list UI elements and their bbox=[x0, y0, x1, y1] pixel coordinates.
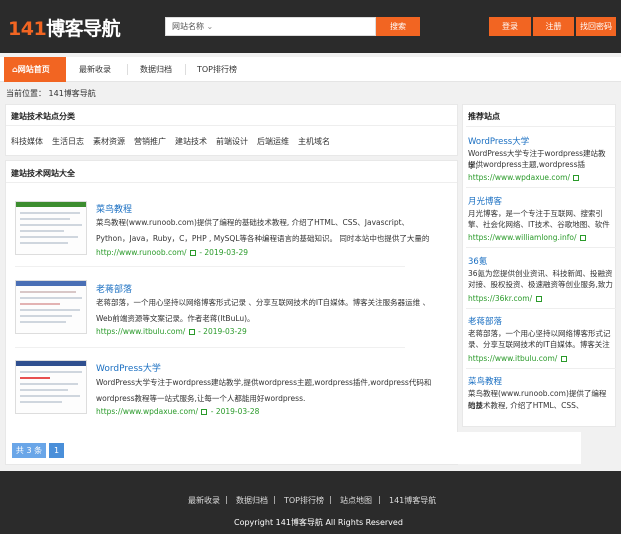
site-thumbnail[interactable] bbox=[15, 201, 87, 255]
logo-number: 141 bbox=[8, 18, 47, 40]
pager-total: 共 3 条 bbox=[12, 443, 46, 458]
footer-link[interactable]: 141博客导航 bbox=[389, 495, 436, 506]
recommend-title-link[interactable]: 菜鸟教程 bbox=[468, 375, 502, 387]
site-url[interactable]: https://www.itbulu.com/ - 2019-03-29 bbox=[96, 327, 247, 336]
recommend-title-link[interactable]: 月光博客 bbox=[468, 195, 502, 207]
site-url-text: http://www.runoob.com/ bbox=[96, 248, 187, 257]
category-link[interactable]: 前端设计 bbox=[216, 136, 248, 147]
external-link-icon bbox=[535, 296, 542, 302]
category-link[interactable]: 后端运维 bbox=[257, 136, 289, 147]
external-link-icon bbox=[579, 235, 586, 241]
register-button[interactable]: 注册 bbox=[533, 17, 574, 36]
external-link-icon bbox=[560, 356, 567, 362]
site-title-link[interactable]: 老蒋部落 bbox=[96, 282, 132, 295]
pager-area bbox=[6, 432, 581, 464]
site-date: - 2019-03-29 bbox=[198, 327, 247, 336]
footer-link[interactable]: 最新收录 bbox=[188, 495, 220, 506]
footer-separator: | bbox=[225, 495, 228, 504]
site-date: - 2019-03-28 bbox=[210, 407, 260, 416]
recover-password-button[interactable]: 找回密码 bbox=[576, 17, 616, 36]
breadcrumb: 当前位置： 141博客导航 bbox=[6, 89, 96, 98]
divider bbox=[466, 308, 616, 309]
recommend-description: 提供wordpress主题,wordpress插 bbox=[468, 160, 585, 169]
recommend-url-text: https://36kr.com/ bbox=[468, 294, 533, 303]
footer-link[interactable]: 站点地图 bbox=[340, 495, 372, 506]
divider bbox=[466, 368, 616, 369]
footer-separator: | bbox=[273, 495, 276, 504]
site-url-text: https://www.itbulu.com/ bbox=[96, 327, 186, 336]
divider bbox=[6, 182, 457, 183]
recommend-title-link[interactable]: 36氪 bbox=[468, 255, 487, 267]
chevron-down-icon: ⌄ bbox=[206, 22, 214, 31]
external-link-icon bbox=[189, 250, 196, 256]
category-link[interactable]: 素材资源 bbox=[93, 136, 125, 147]
site-url-text: https://www.wpdaxue.com/ bbox=[96, 407, 198, 416]
nav-item-home[interactable]: ⌂网站首页 bbox=[4, 57, 66, 82]
footer-separator: | bbox=[329, 495, 332, 504]
site-title-link[interactable]: 菜鸟教程 bbox=[96, 202, 132, 215]
nav-home-label: 网站首页 bbox=[17, 65, 50, 74]
category-link[interactable]: 主机域名 bbox=[298, 136, 330, 147]
external-link-icon bbox=[188, 329, 195, 335]
nav-item-top[interactable]: TOP排行榜 bbox=[197, 57, 237, 82]
external-link-icon bbox=[201, 409, 208, 415]
recommend-url[interactable]: https://36kr.com/ bbox=[468, 294, 543, 303]
copyright: Copyright 141博客导航 All Rights Reserved bbox=[234, 518, 403, 527]
divider bbox=[15, 347, 405, 348]
search-button[interactable]: 搜索 bbox=[376, 17, 420, 36]
sites-panel-title: 建站技术网站大全 bbox=[11, 169, 75, 178]
recommend-description: 录、分享互联网技术的IT自媒体。博客关注 bbox=[468, 340, 610, 349]
recommend-panel-title: 推荐站点 bbox=[468, 112, 500, 121]
nav-divider bbox=[127, 64, 128, 75]
footer-link[interactable]: TOP排行榜 bbox=[284, 495, 324, 506]
recommend-description: 擎、社会化网络、IT技术、谷歌地图、软件 bbox=[468, 220, 610, 229]
recommend-url-text: https://www.williamlong.info/ bbox=[468, 233, 577, 242]
site-description: Web前端资源等文案记录。作者老蒋(ItBuLu)。 bbox=[96, 314, 255, 323]
recommend-url-text: https://www.wpdaxue.com/ bbox=[468, 173, 570, 182]
recommend-description: 础技术教程, 介绍了HTML、CSS、 bbox=[468, 401, 584, 410]
divider bbox=[466, 187, 616, 188]
divider bbox=[466, 247, 616, 248]
site-title-link[interactable]: WordPress大学 bbox=[96, 361, 161, 374]
category-link[interactable]: 建站技术 bbox=[175, 136, 207, 147]
site-description: 老蒋部落，一个用心坚持以网络博客形式记录 、分享互联网技术的IT自媒体。博客关注… bbox=[96, 298, 431, 307]
footer-link[interactable]: 数据归档 bbox=[236, 495, 268, 506]
nav-divider bbox=[185, 64, 186, 75]
pager-page-button[interactable]: 1 bbox=[49, 443, 64, 458]
nav-item-archive[interactable]: 数据归档 bbox=[140, 57, 172, 82]
recommend-url[interactable]: https://www.wpdaxue.com/ bbox=[468, 173, 580, 182]
category-link[interactable]: 生活日志 bbox=[52, 136, 84, 147]
divider bbox=[6, 125, 457, 126]
site-description: WordPress大学专注于wordpress建站教学,提供wordpress主… bbox=[96, 378, 432, 387]
site-thumbnail[interactable] bbox=[15, 360, 87, 414]
recommend-description: 对接、股权投资、极速融资等创业服务,致力 bbox=[468, 280, 613, 289]
recommend-url[interactable]: https://www.williamlong.info/ bbox=[468, 233, 587, 242]
site-description: Python，Java，Ruby，C，PHP , MySQL等各种编程语言的基础… bbox=[96, 234, 430, 243]
footer-separator: | bbox=[378, 495, 381, 504]
category-link[interactable]: 营销推广 bbox=[134, 136, 166, 147]
logo-text: 博客导航 bbox=[46, 18, 121, 40]
divider bbox=[15, 266, 405, 267]
site-description: 菜鸟教程(www.runoob.com)提供了编程的基础技术教程, 介绍了HTM… bbox=[96, 218, 410, 227]
category-link[interactable]: 科技媒体 bbox=[11, 136, 43, 147]
external-link-icon bbox=[573, 175, 580, 181]
recommend-title-link[interactable]: 老蒋部落 bbox=[468, 315, 502, 327]
category-panel-title: 建站技术站点分类 bbox=[11, 112, 75, 121]
site-date: - 2019-03-29 bbox=[199, 248, 248, 257]
site-url[interactable]: http://www.runoob.com/ - 2019-03-29 bbox=[96, 248, 248, 257]
recommend-url-text: https://www.itbulu.com/ bbox=[468, 354, 558, 363]
site-url[interactable]: https://www.wpdaxue.com/ - 2019-03-28 bbox=[96, 407, 259, 416]
search-type-label: 网站名称 bbox=[172, 22, 204, 31]
divider bbox=[466, 126, 616, 127]
site-description: wordpress教程等一站式服务,让每一个人都能用好wordpress. bbox=[96, 394, 306, 403]
nav-item-latest[interactable]: 最新收录 bbox=[79, 57, 111, 82]
recommend-url[interactable]: https://www.itbulu.com/ bbox=[468, 354, 568, 363]
site-thumbnail[interactable] bbox=[15, 280, 87, 334]
site-logo[interactable]: 141博客导航 bbox=[8, 14, 121, 41]
search-type-select[interactable]: 网站名称 ⌄ bbox=[172, 21, 213, 32]
recommend-title-link[interactable]: WordPress大学 bbox=[468, 135, 529, 147]
login-button[interactable]: 登录 bbox=[489, 17, 531, 36]
